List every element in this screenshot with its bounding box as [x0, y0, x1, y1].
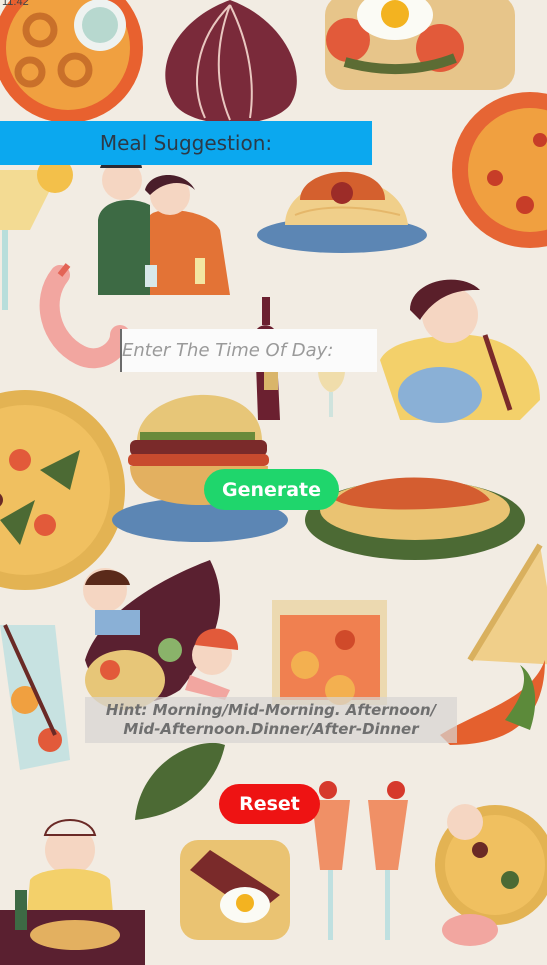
- couple-illustration: [98, 154, 230, 295]
- toast-with-egg-illustration: [180, 840, 290, 940]
- status-bar-time: 11:42: [2, 0, 29, 8]
- title-bar: Meal Suggestion:: [0, 121, 372, 165]
- party-platter-illustration: [83, 560, 239, 710]
- onion-illustration: [165, 0, 297, 124]
- hint-line-1: Hint: Morning/Mid-Morning. Afternoon/: [105, 701, 437, 719]
- woman-with-bowl-illustration: [380, 279, 540, 423]
- pizza-right-illustration: [452, 92, 547, 248]
- jam-jar-illustration: [272, 600, 387, 705]
- app-screen: 11:42 Meal Suggestion: Generate Hint: Mo…: [0, 0, 547, 965]
- hint-line-2: Mid-Afternoon.Dinner/After-Dinner: [123, 720, 419, 738]
- reset-button[interactable]: Reset: [219, 784, 320, 824]
- hint-box: Hint: Morning/Mid-Morning. Afternoon/ Mi…: [85, 697, 457, 743]
- spaghetti-illustration: [257, 171, 427, 253]
- iced-drink-illustration: [0, 624, 70, 770]
- champagne-glasses-illustration: [312, 781, 408, 940]
- pizza-left-illustration: [0, 390, 125, 590]
- person-eating-illustration: [0, 819, 145, 965]
- generate-button[interactable]: Generate: [204, 469, 339, 510]
- sandwich-wedge-illustration: [467, 543, 547, 665]
- time-of-day-input[interactable]: [120, 329, 377, 372]
- onion-rings-dish-illustration: [0, 0, 143, 123]
- pizza-bottom-right-illustration: [435, 804, 547, 946]
- page-title: Meal Suggestion:: [99, 131, 273, 155]
- toast-egg-illustration: [325, 0, 515, 90]
